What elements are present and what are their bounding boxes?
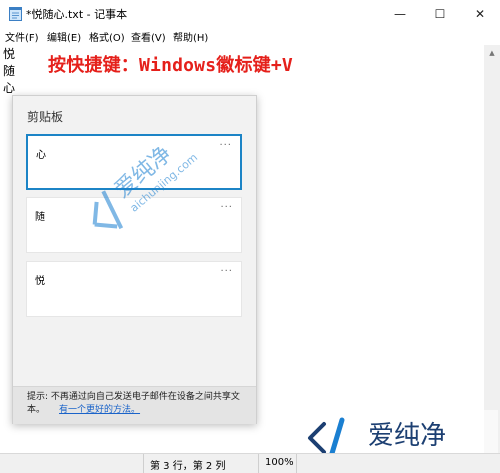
menu-help[interactable]: 帮助(H) (173, 29, 208, 44)
clipboard-item-text: 悦 (35, 276, 45, 287)
clipboard-footer: 提示: 不再通过向自己发送电子邮件在设备之间共享文本。 有一个更好的方法。 (13, 386, 256, 424)
maximize-icon: ☐ (434, 6, 446, 21)
clipboard-item-text: 随 (35, 212, 45, 223)
watermark-corner-brand-cn: 爱纯净 (368, 421, 446, 451)
watermark-logo: 爱纯净 aichunjing.com (92, 142, 200, 230)
menu-view[interactable]: 查看(V) (131, 29, 166, 44)
cursor-position: 第 3 行，第 2 列 (150, 461, 226, 472)
document-line: 随 (3, 64, 16, 78)
status-bar: 第 3 行，第 2 列 100% (0, 453, 500, 473)
vertical-scrollbar[interactable] (484, 45, 500, 453)
menu-bar: 文件(F) 编辑(E) 格式(O) 查看(V) 帮助(H) (0, 27, 500, 46)
menu-edit[interactable]: 编辑(E) (47, 29, 81, 44)
notepad-icon (9, 7, 22, 21)
minimize-icon: — (394, 6, 406, 21)
maximize-button[interactable]: ☐ (420, 0, 460, 27)
shortcut-annotation: 按快捷键：Windows徽标键+V (48, 55, 293, 76)
better-way-link[interactable]: 有一个更好的方法。 (59, 405, 140, 415)
zoom-level: 100% (265, 457, 294, 468)
window-title: *悦随心.txt - 记事本 (26, 8, 128, 21)
clipboard-tip: 提示: 不再通过向自己发送电子邮件在设备之间共享文本。 有一个更好的方法。 (27, 391, 252, 417)
document-line: 悦 (3, 47, 16, 61)
title-bar: *悦随心.txt - 记事本 — ☐ ✕ (0, 0, 500, 28)
close-icon: ✕ (474, 6, 486, 21)
menu-file[interactable]: 文件(F) (5, 29, 39, 44)
minimize-button[interactable]: — (380, 0, 420, 27)
scroll-up-icon[interactable]: ▲ (484, 45, 500, 61)
clipboard-item-text: 心 (36, 150, 46, 161)
document-line: 心 (3, 81, 16, 95)
menu-format[interactable]: 格式(O) (89, 29, 125, 44)
close-button[interactable]: ✕ (460, 0, 500, 27)
clipboard-item[interactable]: 悦 ··· (26, 261, 242, 317)
